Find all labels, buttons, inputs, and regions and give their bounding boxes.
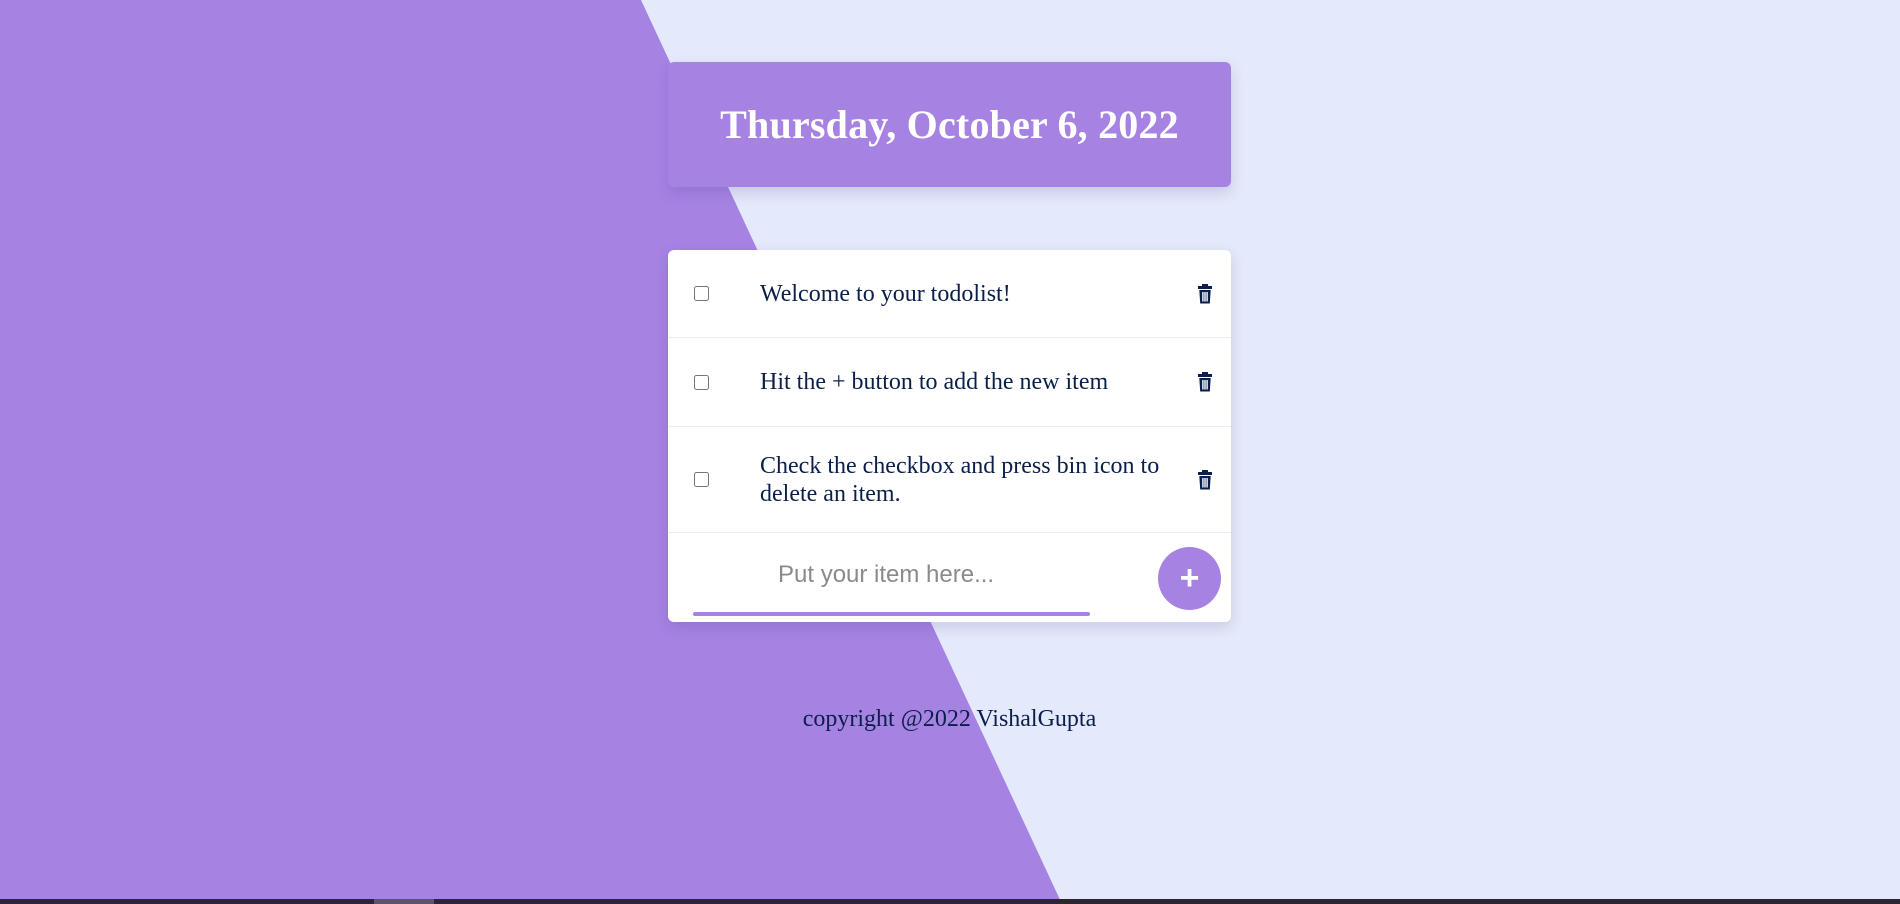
date-header: Thursday, October 6, 2022 [668,62,1231,187]
list-item: Hit the + button to add the new item [668,338,1231,427]
input-underline [693,612,1090,616]
footer-copyright: copyright @2022 VishalGupta [802,706,1097,732]
item-text: Welcome to your todolist! [760,280,1011,307]
taskbar [0,899,1900,904]
item-checkbox[interactable] [694,286,709,301]
todo-card: Welcome to your todolist! Hit the + butt… [668,250,1231,622]
item-text: Hit the + button to add the new item [760,369,1109,395]
list-item: Check the checkbox and press bin icon to… [668,427,1231,533]
add-item-button[interactable]: + [1158,547,1221,610]
taskbar-item[interactable] [374,899,434,904]
trash-icon[interactable] [1197,283,1213,304]
list-item: Welcome to your todolist! [668,250,1231,338]
page-title: Thursday, October 6, 2022 [720,102,1179,147]
item-checkbox[interactable] [694,472,709,487]
trash-icon[interactable] [1197,469,1213,490]
item-checkbox[interactable] [694,374,709,390]
item-text: Check the checkbox and press bin icon to… [760,452,1160,507]
new-item-input[interactable] [693,553,1090,597]
trash-icon[interactable] [1197,372,1213,392]
new-item-row [668,533,1231,621]
